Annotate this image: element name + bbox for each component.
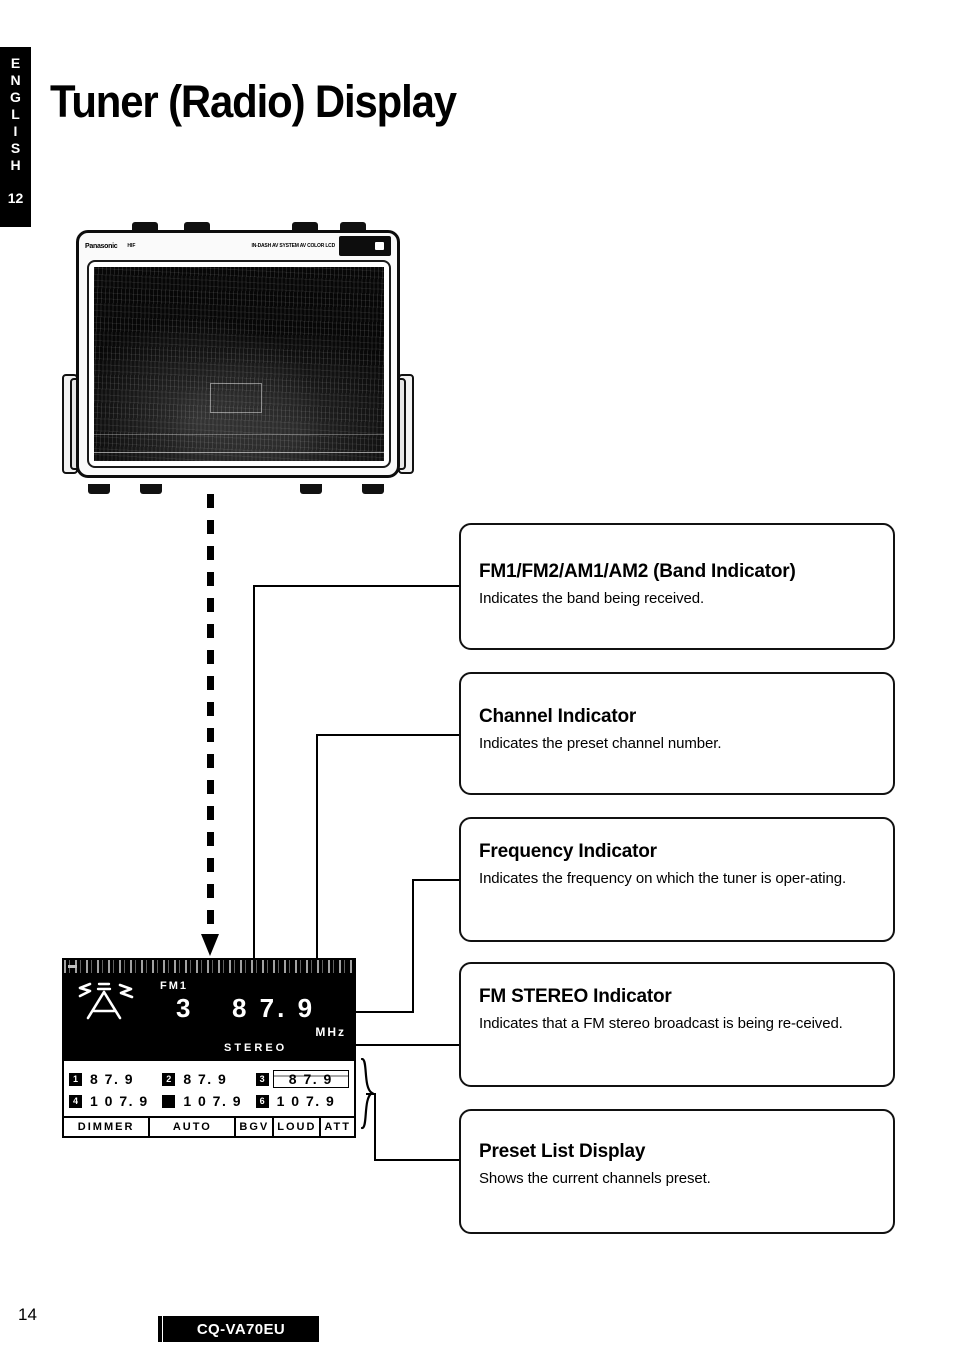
page-number: 14	[18, 1305, 37, 1324]
preset-frequency: 1 0 7. 9	[183, 1093, 243, 1109]
band-indicator: FM1	[160, 980, 188, 992]
callout-body: Indicates that a FM stereo broadcast is …	[479, 1015, 843, 1032]
callout-body: Shows the current channels preset.	[479, 1170, 711, 1187]
preset-number: 3	[255, 1072, 269, 1086]
side-tab-letter: I	[13, 123, 18, 139]
language-side-tab: E N G L I S H 12	[0, 47, 31, 227]
leader-line-channel	[316, 734, 318, 960]
callout-fm-stereo-indicator: FM STEREO Indicator Indicates that a FM …	[459, 962, 895, 1087]
preset-item-3-selected[interactable]: 3 8 7. 9	[255, 1070, 349, 1088]
head-unit-chassis: Panasonic HIF IN-DASH AV SYSTEM AV COLOR…	[76, 230, 400, 478]
status-bgv[interactable]: BGV	[236, 1118, 275, 1136]
preset-list-display: 1 8 7. 9 2 8 7. 9 3 8 7. 9 4 1 0 7. 9 1 …	[64, 1061, 354, 1118]
leader-line-frequency	[412, 879, 414, 1013]
side-tab-letter: L	[11, 106, 20, 122]
head-unit-foot	[300, 484, 322, 494]
side-tab-letter: E	[10, 55, 21, 71]
preset-item-4[interactable]: 4 1 0 7. 9	[69, 1093, 162, 1109]
side-tab-letter: N	[10, 72, 21, 88]
model-badge: CQ-VA70EU	[163, 1316, 319, 1342]
preset-row: 4 1 0 7. 9 1 0 7. 9 6 1 0 7. 9	[69, 1090, 349, 1112]
page-title: Tuner (Radio) Display	[50, 76, 457, 128]
leader-line-stereo	[355, 1044, 459, 1046]
leader-line-frequency	[355, 1011, 414, 1013]
preset-item-6[interactable]: 6 1 0 7. 9	[255, 1093, 349, 1109]
callout-band-indicator: FM1/FM2/AM1/AM2 (Band Indicator) Indicat…	[459, 523, 895, 650]
preset-item-1[interactable]: 1 8 7. 9	[69, 1071, 162, 1087]
lcd-noise-strip	[64, 960, 354, 973]
zoom-callout-arrow	[201, 494, 219, 964]
leader-line-band	[253, 585, 255, 960]
screen-scanline	[94, 452, 384, 453]
preset-frequency: 8 7. 9	[90, 1071, 135, 1087]
preset-frequency: 1 0 7. 9	[90, 1093, 149, 1109]
status-dimmer[interactable]: DIMMER	[64, 1118, 151, 1136]
preset-frequency: 8 7. 9	[272, 1070, 349, 1088]
head-unit-screen-bezel	[87, 260, 391, 468]
callout-preset-list-display: Preset List Display Shows the current ch…	[459, 1109, 895, 1234]
frequency-unit-label: MHz	[315, 1025, 346, 1039]
head-unit-eject-button[interactable]	[339, 236, 391, 256]
preset-item-2[interactable]: 2 8 7. 9	[162, 1071, 255, 1087]
frequency-indicator: 8 7. 9	[232, 993, 316, 1023]
callout-title: FM1/FM2/AM1/AM2 (Band Indicator)	[479, 561, 796, 582]
preset-frequency: 8 7. 9	[183, 1071, 228, 1087]
model-badge-tick	[158, 1316, 162, 1342]
callout-frequency-indicator: Frequency Indicator Indicates the freque…	[459, 817, 895, 942]
channel-indicator: 3	[176, 993, 191, 1023]
head-unit-foot	[362, 484, 384, 494]
preset-number	[162, 1094, 176, 1108]
status-att[interactable]: ATT	[321, 1118, 354, 1136]
leader-line-preset	[374, 1159, 459, 1161]
panasonic-logo: Panasonic	[85, 242, 118, 250]
preset-number: 4	[69, 1094, 82, 1108]
fm-stereo-indicator: STEREO	[224, 1042, 288, 1054]
preset-number: 1	[69, 1072, 82, 1086]
callout-title: Preset List Display	[479, 1141, 646, 1162]
preset-row: 1 8 7. 9 2 8 7. 9 3 8 7. 9	[69, 1068, 349, 1090]
callout-body: Indicates the frequency on which the tun…	[479, 870, 847, 887]
arrow-stem	[207, 494, 214, 934]
callout-body: Indicates the preset channel number.	[479, 735, 722, 752]
tuner-lcd-display: FM1 3 8 7. 9 MHz STEREO 1 8 7. 9 2 8 7. …	[62, 958, 356, 1138]
arrow-head-icon	[201, 934, 219, 956]
leader-line-channel	[316, 734, 459, 736]
minus-icon	[68, 965, 77, 968]
side-tab-letter: H	[10, 157, 21, 173]
callout-title: FM STEREO Indicator	[479, 986, 672, 1007]
head-unit-brand-bar: Panasonic HIF IN-DASH AV SYSTEM AV COLOR…	[79, 233, 397, 259]
preset-frequency: 1 0 7. 9	[276, 1093, 336, 1109]
leader-line-frequency	[412, 879, 459, 881]
lcd-upper-section: FM1 3 8 7. 9 MHz STEREO	[64, 960, 354, 1061]
preset-number: 2	[162, 1072, 176, 1086]
head-unit-foot	[140, 484, 162, 494]
callout-title: Frequency Indicator	[479, 841, 657, 862]
head-unit-foot	[88, 484, 110, 494]
head-unit-system-line: IN-DASH AV SYSTEM AV COLOR LCD	[251, 243, 336, 249]
preset-list-brace	[360, 1057, 375, 1130]
status-auto[interactable]: AUTO	[150, 1118, 237, 1136]
callout-channel-indicator: Channel Indicator Indicates the preset c…	[459, 672, 895, 795]
screen-scanline	[94, 434, 384, 435]
side-tab-letter: S	[10, 140, 21, 156]
side-tab-section-number: 12	[7, 190, 24, 206]
brace-icon	[360, 1057, 375, 1130]
side-tab-letter: G	[10, 89, 21, 105]
preset-item-5[interactable]: 1 0 7. 9	[162, 1093, 255, 1109]
leader-line-band	[253, 585, 459, 587]
status-loud[interactable]: LOUD	[274, 1118, 322, 1136]
callout-title: Channel Indicator	[479, 706, 637, 727]
preset-number: 6	[255, 1094, 269, 1108]
screen-artifact	[210, 383, 262, 414]
head-unit-lcd-screen	[94, 267, 384, 461]
lcd-status-bar: DIMMER AUTO BGV LOUD ATT	[64, 1116, 354, 1136]
head-unit-photo: Panasonic HIF IN-DASH AV SYSTEM AV COLOR…	[62, 222, 414, 494]
callout-body: Indicates the band being received.	[479, 590, 705, 607]
head-unit-model-mark: HIF	[127, 243, 136, 249]
leader-line-preset	[374, 1094, 376, 1161]
broadcast-antenna-icon	[78, 982, 134, 1020]
